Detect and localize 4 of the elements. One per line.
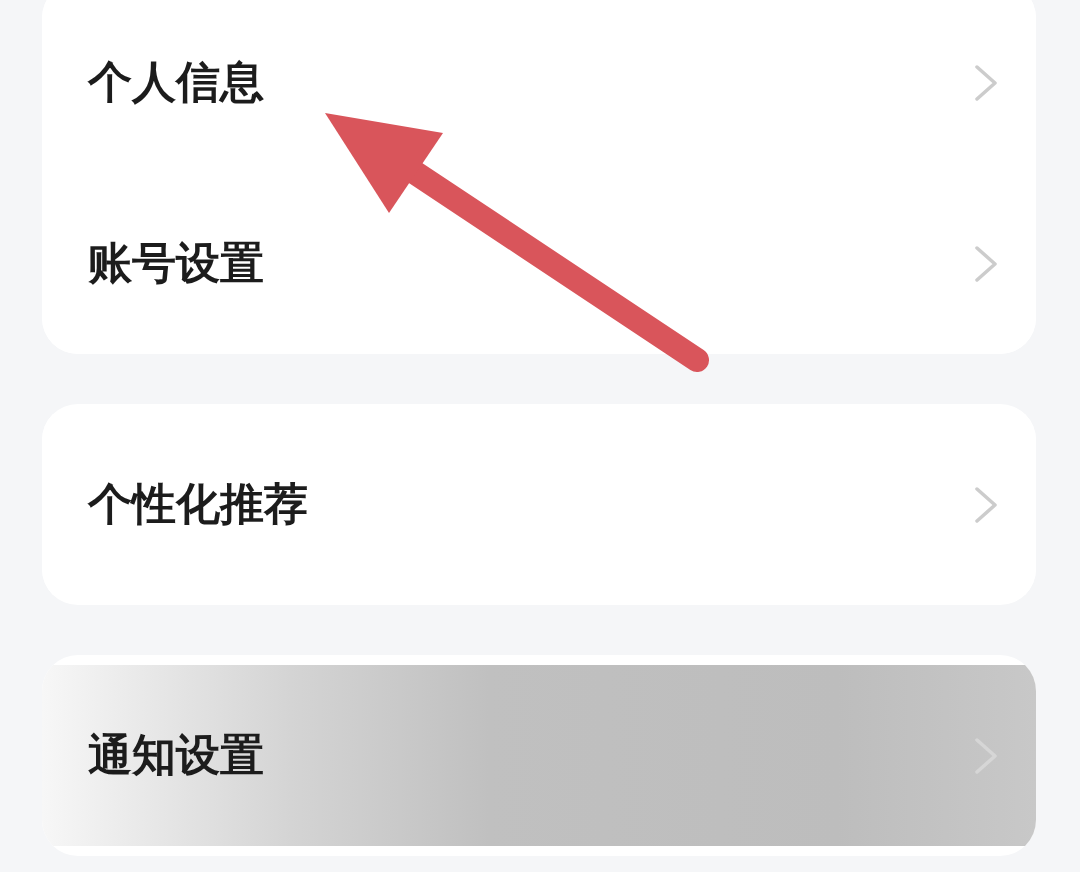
chevron-right-icon [974, 64, 998, 101]
chevron-right-icon [974, 486, 998, 523]
chevron-right-icon [974, 245, 998, 282]
settings-row[interactable]: 通知设置 [42, 665, 1036, 846]
